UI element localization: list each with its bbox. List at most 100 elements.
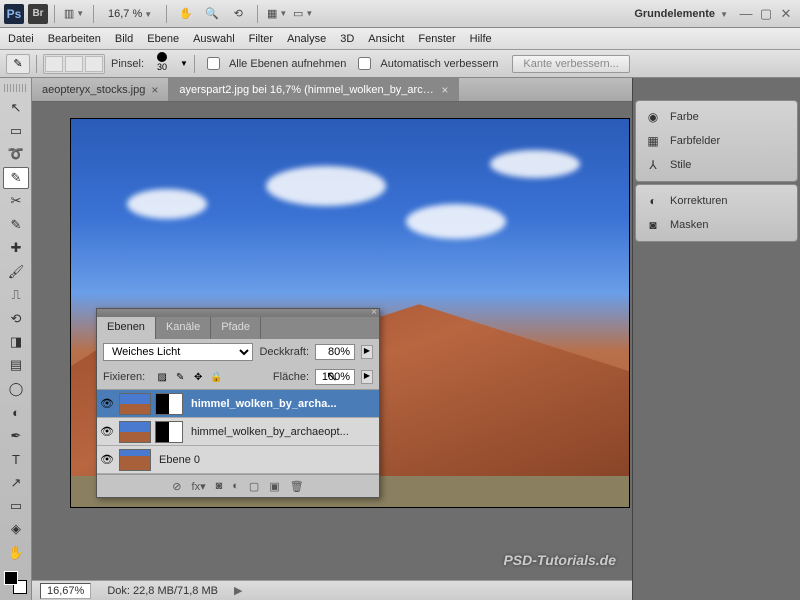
new-layer-icon[interactable]: ▣	[269, 480, 279, 493]
refine-edge-button[interactable]: Kante verbessern...	[512, 55, 629, 73]
opacity-value[interactable]: 80%	[315, 344, 355, 360]
healing-brush-tool-icon[interactable]: ✚	[3, 237, 29, 258]
opacity-slider-icon[interactable]: ▶	[361, 345, 373, 359]
minimize-button[interactable]: —	[738, 7, 754, 21]
layer-effects-icon[interactable]: fx▾	[192, 480, 206, 493]
shape-tool-icon[interactable]: ▭	[3, 495, 29, 516]
eyedropper-tool-icon[interactable]: ✎	[3, 214, 29, 235]
layer-name[interactable]: himmel_wolken_by_archa...	[185, 398, 379, 410]
panel-masken[interactable]: ◙Masken	[636, 213, 797, 237]
selection-subtract-icon[interactable]	[85, 56, 103, 72]
menu-ebene[interactable]: Ebene	[147, 33, 179, 45]
layer-thumbnail[interactable]	[119, 449, 151, 471]
all-layers-checkbox[interactable]	[207, 57, 220, 70]
layer-row[interactable]: 👁 himmel_wolken_by_archaeopt...	[97, 418, 379, 446]
channels-tab[interactable]: Kanäle	[156, 317, 211, 339]
layout-dropdown-icon[interactable]: ▥▼	[63, 4, 85, 24]
visibility-toggle-icon[interactable]: 👁	[97, 453, 117, 466]
fill-slider-icon[interactable]: ▶	[361, 370, 373, 384]
layer-name[interactable]: Ebene 0	[153, 454, 379, 466]
document-tab[interactable]: aeopteryx_stocks.jpg×	[32, 78, 169, 101]
document-tab[interactable]: ayerspart2.jpg bei 16,7% (himmel_wolken_…	[169, 78, 459, 101]
zoom-level-display[interactable]: 16,7 %▼	[108, 8, 152, 20]
menu-hilfe[interactable]: Hilfe	[470, 33, 492, 45]
blend-mode-select[interactable]: Weiches Licht	[103, 343, 253, 361]
menu-filter[interactable]: Filter	[249, 33, 273, 45]
brush-preset-picker[interactable]: 30	[150, 52, 174, 76]
visibility-toggle-icon[interactable]: 👁	[97, 425, 117, 438]
lock-transparency-icon[interactable]: ▨	[155, 370, 169, 384]
layer-thumbnail[interactable]	[119, 393, 151, 415]
menu-datei[interactable]: Datei	[8, 33, 34, 45]
layers-tab[interactable]: Ebenen	[97, 317, 156, 339]
menu-auswahl[interactable]: Auswahl	[193, 33, 235, 45]
selection-add-icon[interactable]	[65, 56, 83, 72]
menu-bearbeiten[interactable]: Bearbeiten	[48, 33, 101, 45]
pen-tool-icon[interactable]: ✒	[3, 425, 29, 446]
history-brush-tool-icon[interactable]: ⟲	[3, 308, 29, 329]
menu-3d[interactable]: 3D	[340, 33, 354, 45]
panel-close-icon[interactable]: ×	[371, 307, 377, 318]
lock-pixels-icon[interactable]: ✎	[173, 370, 187, 384]
layer-name[interactable]: himmel_wolken_by_archaeopt...	[185, 426, 379, 438]
clone-stamp-tool-icon[interactable]: ⎍	[3, 284, 29, 305]
move-tool-icon[interactable]: ↖	[3, 97, 29, 118]
crop-tool-icon[interactable]: ✂	[3, 191, 29, 212]
tool-palette: ↖ ▭ ➰ ✎ ✂ ✎ ✚ 🖌 ⎍ ⟲ ◨ ▤ ◯ ◐ ✒ T ↗ ▭ ◈ ✋	[0, 78, 32, 600]
panel-farbfelder[interactable]: ▦Farbfelder	[636, 129, 797, 153]
selection-new-icon[interactable]	[45, 56, 63, 72]
brush-tool-icon[interactable]: 🖌	[3, 261, 29, 282]
menu-ansicht[interactable]: Ansicht	[368, 33, 404, 45]
link-layers-icon[interactable]: ⊘	[172, 480, 181, 493]
hand-tool-icon[interactable]: ✋	[175, 4, 197, 24]
eraser-tool-icon[interactable]: ◨	[3, 331, 29, 352]
fill-value[interactable]: 100%	[315, 369, 355, 385]
blur-tool-icon[interactable]: ◯	[3, 378, 29, 399]
lock-position-icon[interactable]: ✥	[191, 370, 205, 384]
auto-enhance-checkbox[interactable]	[358, 57, 371, 70]
layer-mask-thumbnail[interactable]	[155, 393, 183, 415]
menu-analyse[interactable]: Analyse	[287, 33, 326, 45]
rotate-view-icon[interactable]: ⟲	[227, 4, 249, 24]
menu-fenster[interactable]: Fenster	[418, 33, 455, 45]
arrange-documents-icon[interactable]: ▦▼	[266, 4, 288, 24]
new-group-icon[interactable]: ▢	[249, 480, 259, 493]
maximize-button[interactable]: ▢	[758, 7, 774, 21]
status-document-info[interactable]: Dok: 22,8 MB/71,8 MB	[107, 585, 218, 597]
hand-tool-icon[interactable]: ✋	[3, 542, 29, 563]
foreground-background-colors[interactable]	[4, 571, 27, 594]
paths-tab[interactable]: Pfade	[211, 317, 261, 339]
panel-stile[interactable]: ⅄Stile	[636, 153, 797, 177]
layer-row[interactable]: 👁 himmel_wolken_by_archa...	[97, 390, 379, 418]
visibility-toggle-icon[interactable]: 👁	[97, 397, 117, 410]
layer-mask-thumbnail[interactable]	[155, 421, 183, 443]
marquee-tool-icon[interactable]: ▭	[3, 120, 29, 141]
path-selection-tool-icon[interactable]: ↗	[3, 472, 29, 493]
close-button[interactable]: ✕	[778, 7, 794, 21]
3d-tool-icon[interactable]: ◈	[3, 519, 29, 540]
close-tab-icon[interactable]: ×	[151, 83, 158, 97]
close-tab-icon[interactable]: ×	[441, 83, 448, 97]
layer-thumbnail[interactable]	[119, 421, 151, 443]
workspace-switcher[interactable]: Grundelemente ▼	[634, 8, 728, 20]
adjustment-layer-icon[interactable]: ◐	[232, 480, 239, 492]
tool-options-bar: ✎ Pinsel: 30 ▼ Alle Ebenen aufnehmen Aut…	[0, 50, 800, 78]
type-tool-icon[interactable]: T	[3, 448, 29, 469]
screen-mode-icon[interactable]: ▭▼	[292, 4, 314, 24]
quick-selection-tool-icon[interactable]: ✎	[3, 167, 29, 188]
lock-all-icon[interactable]: 🔒	[209, 370, 223, 384]
lasso-tool-icon[interactable]: ➰	[3, 144, 29, 165]
delete-layer-icon[interactable]: 🗑	[290, 480, 304, 493]
add-mask-icon[interactable]: ◙	[216, 480, 223, 492]
current-tool-icon[interactable]: ✎	[6, 54, 30, 74]
dodge-tool-icon[interactable]: ◐	[3, 402, 29, 423]
layers-panel[interactable]: × Ebenen Kanäle Pfade Weiches Licht Deck…	[96, 308, 380, 498]
status-zoom[interactable]: 16,67%	[40, 583, 91, 599]
layer-row[interactable]: 👁 Ebene 0	[97, 446, 379, 474]
menu-bild[interactable]: Bild	[115, 33, 133, 45]
gradient-tool-icon[interactable]: ▤	[3, 355, 29, 376]
panel-farbe[interactable]: ◉Farbe	[636, 105, 797, 129]
zoom-tool-icon[interactable]: 🔍	[201, 4, 223, 24]
bridge-logo[interactable]: Br	[28, 4, 48, 24]
panel-korrekturen[interactable]: ◐Korrekturen	[636, 189, 797, 213]
